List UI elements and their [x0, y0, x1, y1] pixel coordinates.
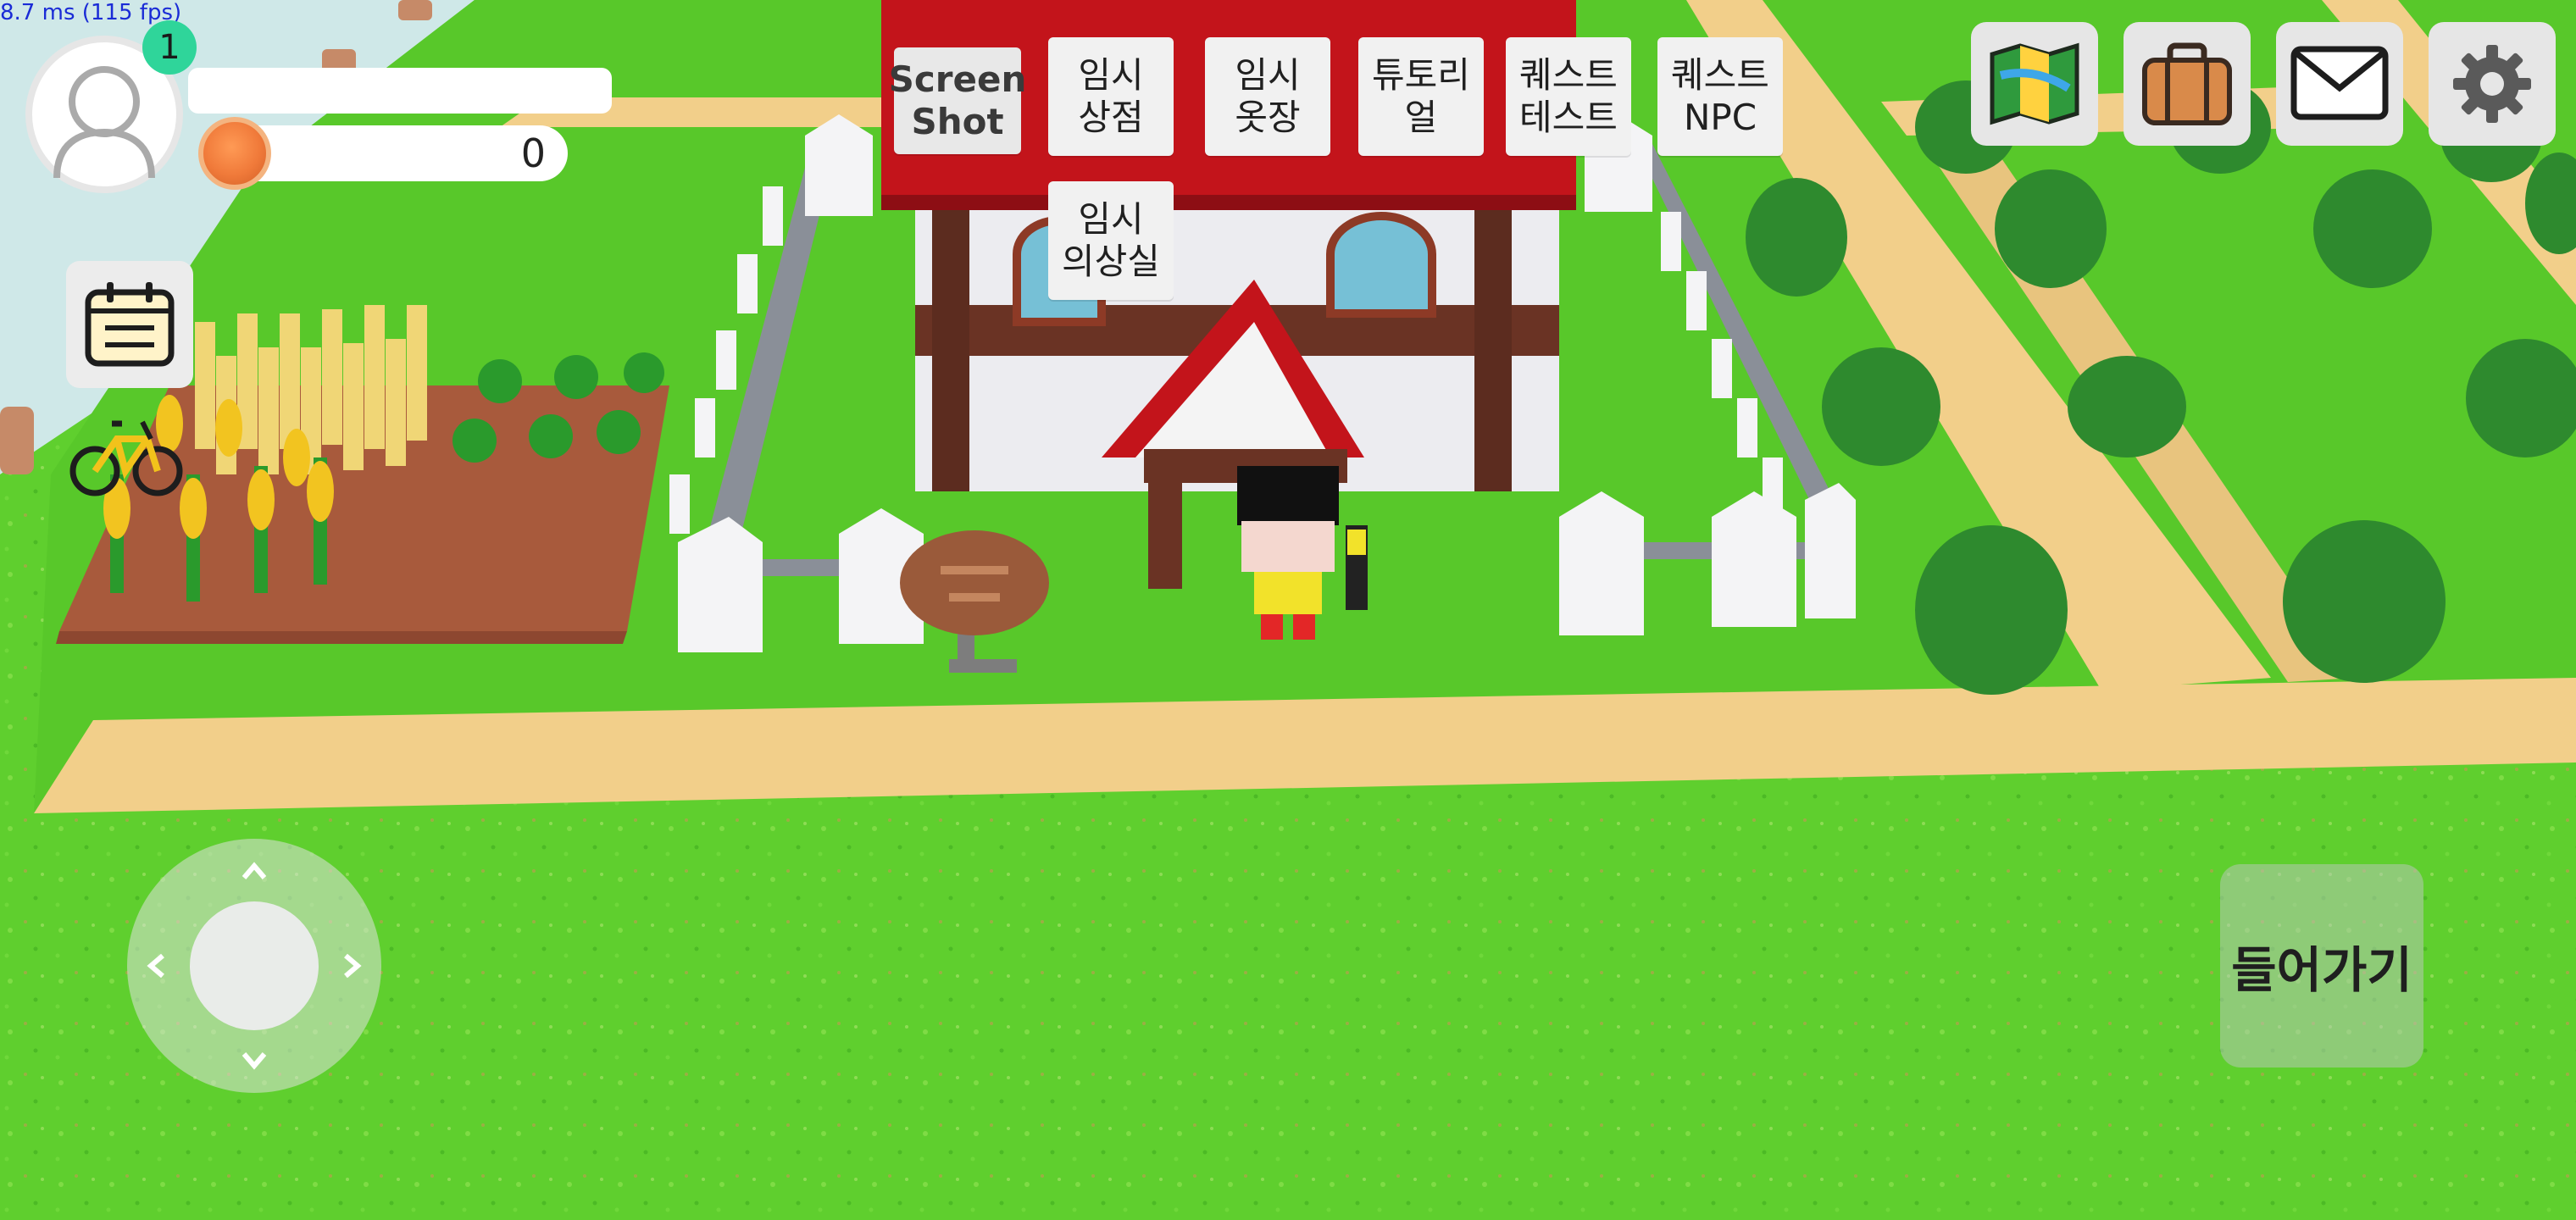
- temp-wardrobe-button[interactable]: 임시 옷장: [1205, 37, 1330, 156]
- coin-icon: [198, 117, 271, 190]
- map-button[interactable]: [1971, 22, 2098, 146]
- joystick-knob[interactable]: [190, 901, 319, 1030]
- bag-icon: [2142, 42, 2232, 125]
- fps-counter: 8.7 ms (115 fps): [0, 0, 182, 25]
- mail-icon: [2290, 46, 2389, 120]
- map-icon: [1990, 42, 2079, 125]
- calendar-button[interactable]: [66, 261, 193, 388]
- settings-button[interactable]: [2429, 22, 2556, 146]
- game-world: [0, 0, 2576, 1220]
- tutorial-button[interactable]: 튜토리 얼: [1358, 37, 1484, 156]
- calendar-icon: [85, 282, 175, 367]
- temp-dressing-room-button[interactable]: 임시 의상실: [1048, 181, 1174, 300]
- user-silhouette-icon: [53, 66, 155, 178]
- gear-icon: [2453, 45, 2531, 123]
- chevron-up-icon: [242, 862, 267, 879]
- enter-button[interactable]: 들어가기: [2220, 864, 2423, 1068]
- mail-button[interactable]: [2276, 22, 2403, 146]
- chevron-right-icon: [344, 953, 362, 979]
- inventory-button[interactable]: [2124, 22, 2251, 146]
- coin-counter: 0: [220, 125, 568, 181]
- temp-shop-button[interactable]: 임시 상점: [1048, 37, 1174, 156]
- level-badge: 1: [142, 20, 197, 75]
- chevron-down-icon: [242, 1052, 267, 1070]
- player-name-bar: [188, 68, 612, 114]
- bicycle-icon: [69, 420, 183, 496]
- chevron-left-icon: [147, 953, 164, 979]
- quest-npc-button[interactable]: 퀘스트 NPC: [1657, 37, 1783, 156]
- bicycle-button[interactable]: [69, 405, 183, 500]
- quest-test-button[interactable]: 퀘스트 테스트: [1506, 37, 1631, 156]
- screenshot-button[interactable]: Screen Shot: [889, 47, 1026, 154]
